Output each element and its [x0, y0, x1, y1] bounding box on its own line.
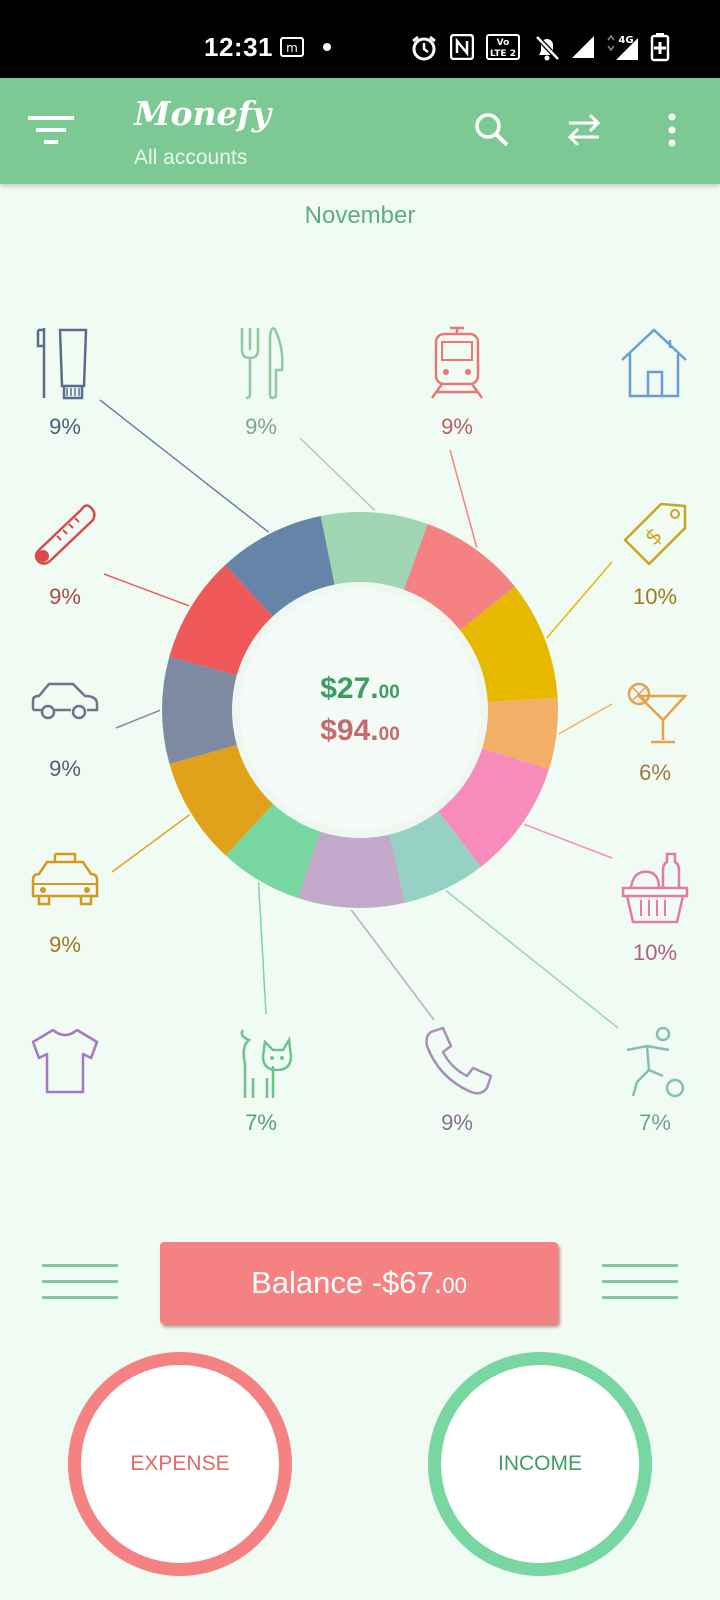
category-house[interactable] [590, 326, 720, 400]
leader-line-eating-out [299, 437, 376, 512]
category-sports[interactable]: 7% [590, 1026, 720, 1136]
grocery-basket-icon [621, 852, 689, 924]
expense-donut-chart [99, 399, 619, 1029]
soccer-player-icon [626, 1026, 685, 1098]
train-icon [430, 326, 484, 399]
category-pets[interactable]: 7% [196, 1026, 326, 1136]
volte-icon: Vo LTE 2 [486, 34, 520, 60]
thermometer-icon [34, 504, 96, 565]
transfer-icon[interactable] [566, 112, 602, 148]
price-tag-icon: $ [623, 502, 687, 566]
phone-icon [425, 1026, 493, 1095]
taxi-icon [31, 852, 99, 906]
category-entertainment[interactable]: 6% [590, 676, 720, 786]
search-icon[interactable] [474, 112, 510, 148]
status-bar: 12:31 m Vo LTE 2 4G [0, 0, 720, 78]
category-eating-out[interactable]: 9% [196, 326, 326, 440]
category-car[interactable]: 9% [0, 676, 130, 782]
signal-4g-icon: 4G [607, 34, 638, 60]
car-icon [31, 682, 99, 720]
svg-text:4G: 4G [618, 35, 633, 46]
category-health[interactable]: 9% [0, 500, 130, 610]
signal-icon [572, 36, 594, 58]
svg-text:Vo: Vo [497, 38, 510, 48]
income-button[interactable]: INCOME [428, 1352, 652, 1576]
leader-line-pets [257, 882, 267, 1015]
svg-text:$: $ [640, 523, 668, 551]
svg-text:LTE 2: LTE 2 [490, 49, 516, 59]
period-label[interactable]: November [0, 202, 720, 230]
income-total: $27.00 [320, 672, 400, 705]
fork-knife-icon [240, 326, 284, 400]
category-toiletry[interactable]: 9% [0, 326, 130, 440]
app-bar [0, 78, 720, 184]
app-title: Monefy [134, 94, 271, 133]
battery-icon [650, 33, 670, 62]
cocktail-icon [627, 682, 688, 744]
notification-app-icon: m [280, 37, 304, 57]
cat-icon [240, 1029, 293, 1098]
svg-text:m: m [286, 41, 298, 55]
category-food[interactable]: 10% [590, 852, 720, 966]
more-options-icon[interactable] [666, 112, 678, 148]
expense-total: $94.00 [320, 714, 400, 747]
transactions-menu-button[interactable] [602, 1264, 678, 1300]
leader-line-communications [350, 909, 435, 1021]
status-time: 12:31 [204, 32, 273, 62]
category-transport[interactable]: 9% [392, 326, 522, 440]
category-clothes[interactable] [0, 1026, 130, 1096]
accounts-menu-button[interactable] [42, 1264, 118, 1300]
category-gifts[interactable]: $ 10% [590, 500, 720, 610]
nfc-icon [450, 34, 474, 60]
leader-line-transport [449, 449, 478, 548]
tshirt-icon [31, 1028, 99, 1094]
filter-menu-icon[interactable] [28, 114, 78, 146]
alarm-icon [412, 35, 436, 61]
mute-notifications-icon [535, 35, 560, 61]
house-icon [621, 328, 687, 398]
account-selector[interactable]: All accounts [134, 146, 247, 170]
toothbrush-toothpaste-icon [36, 328, 88, 400]
expense-button[interactable]: EXPENSE [68, 1352, 292, 1576]
balance-button[interactable]: Balance -$67.00 [160, 1242, 558, 1324]
category-taxi[interactable]: 9% [0, 852, 130, 958]
notification-dot-icon [323, 43, 331, 51]
category-communications[interactable]: 9% [392, 1026, 522, 1136]
